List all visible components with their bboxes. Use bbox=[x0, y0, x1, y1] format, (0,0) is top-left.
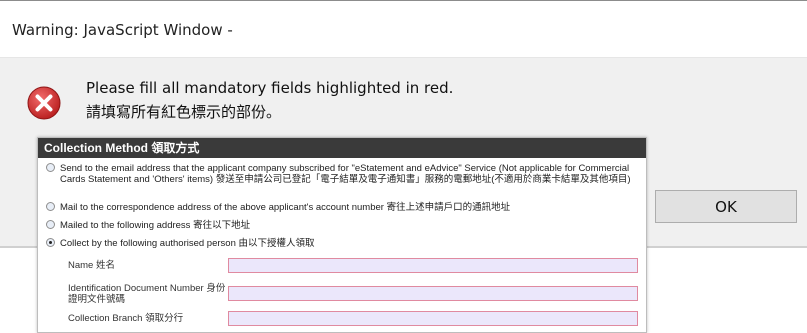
id-number-input[interactable] bbox=[228, 286, 638, 301]
collection-branch-label: Collection Branch 領取分行 bbox=[68, 313, 184, 324]
title-bar: Warning: JavaScript Window - bbox=[0, 0, 807, 58]
error-icon bbox=[27, 86, 61, 120]
collection-method-panel: Collection Method 領取方式 Send to the email… bbox=[37, 137, 647, 333]
option-email-label: Send to the email address that the appli… bbox=[60, 163, 631, 185]
collection-branch-input[interactable] bbox=[228, 311, 638, 326]
option-correspondence-label: Mail to the correspondence address of th… bbox=[60, 202, 511, 213]
option-authorised-person-label: Collect by the following authorised pers… bbox=[60, 238, 315, 249]
panel-header: Collection Method 領取方式 bbox=[38, 138, 646, 158]
radio-email[interactable] bbox=[46, 163, 55, 172]
ok-button[interactable]: OK bbox=[655, 190, 797, 223]
name-row: Name 姓名 bbox=[68, 258, 648, 276]
radio-authorised-person[interactable] bbox=[46, 238, 55, 247]
message-english: Please fill all mandatory fields highlig… bbox=[86, 79, 454, 97]
id-number-row: Identification Document Number 身份證明文件號碼 bbox=[68, 281, 648, 305]
radio-following-address[interactable] bbox=[46, 220, 55, 229]
window-title: Warning: JavaScript Window - bbox=[12, 21, 233, 39]
message-chinese: 請填寫所有紅色標示的部份。 bbox=[86, 103, 282, 121]
name-label: Name 姓名 bbox=[68, 260, 115, 271]
option-following-address-label: Mailed to the following address 寄往以下地址 bbox=[60, 220, 251, 231]
radio-correspondence-address[interactable] bbox=[46, 202, 55, 211]
id-number-label: Identification Document Number 身份證明文件號碼 bbox=[68, 283, 226, 305]
collection-branch-row: Collection Branch 領取分行 bbox=[68, 311, 648, 329]
name-input[interactable] bbox=[228, 258, 638, 273]
